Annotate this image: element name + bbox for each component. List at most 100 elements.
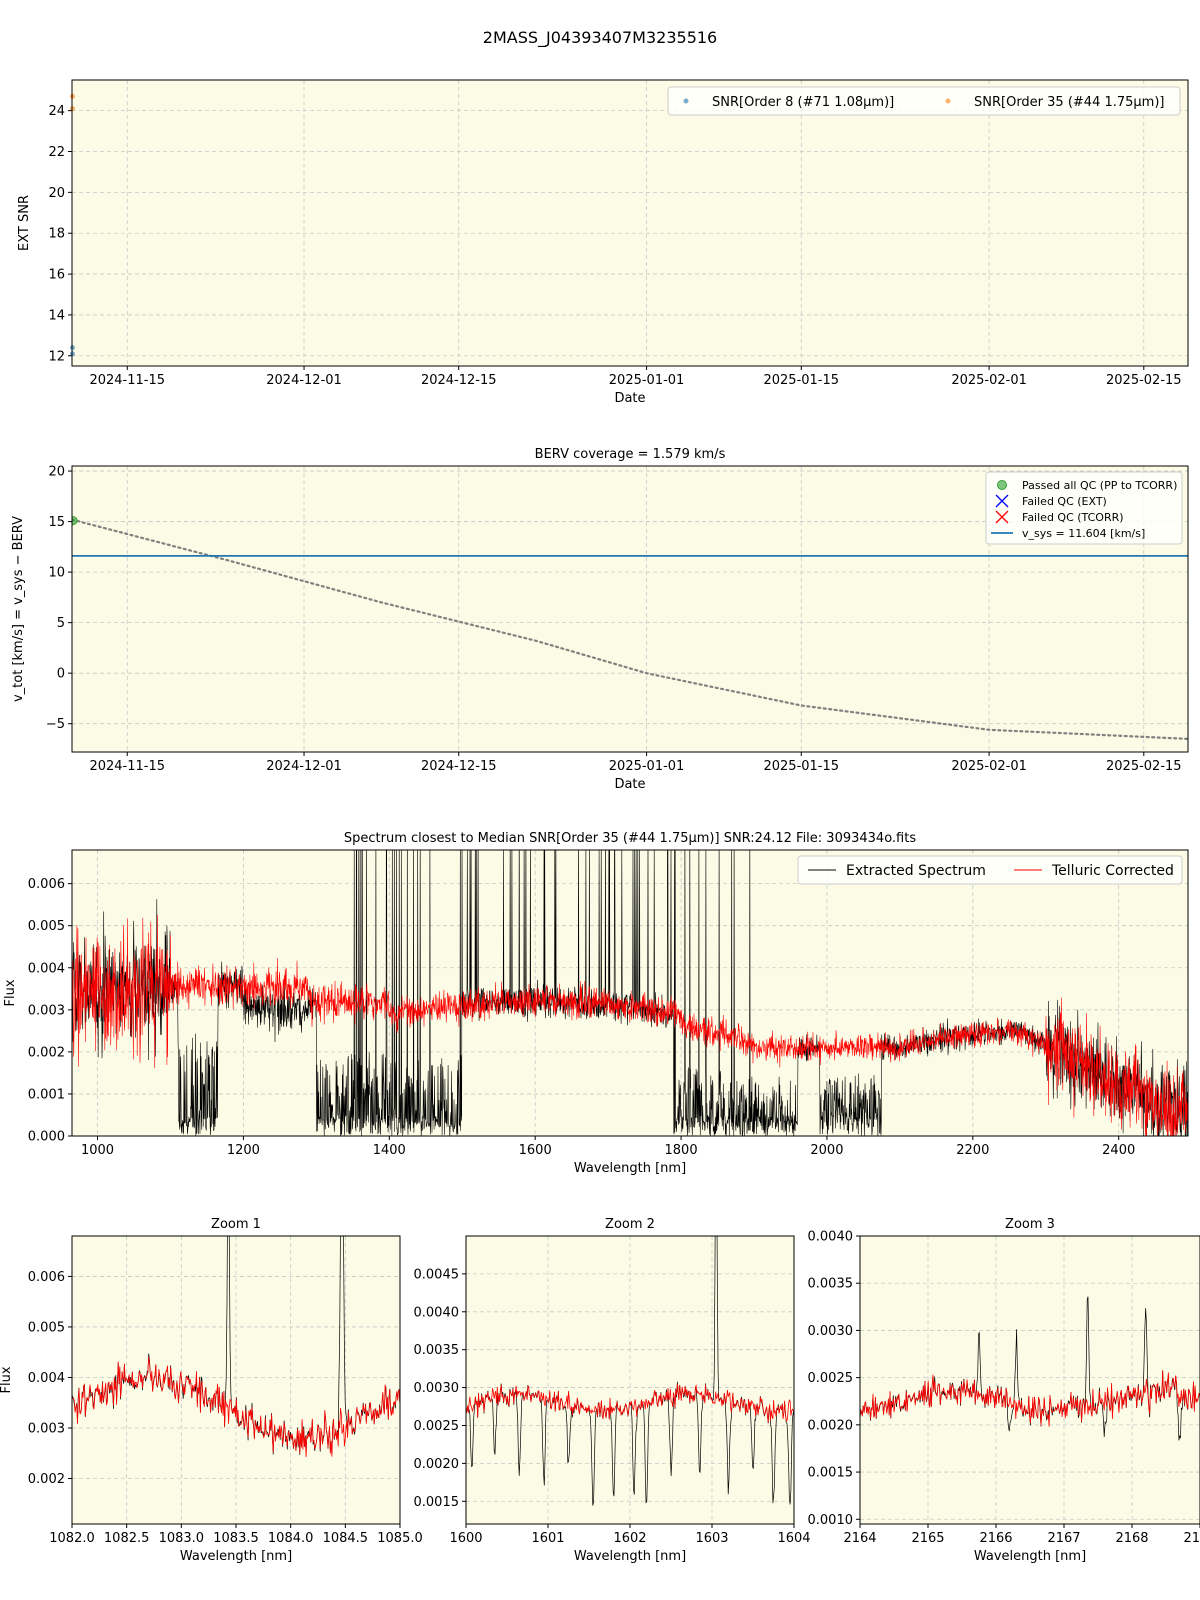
spectrum-tick-label-x: 2000	[810, 1143, 843, 1158]
zoom3-tick-label-x: 2166	[979, 1531, 1012, 1546]
snr-xlabel: Date	[614, 391, 645, 406]
zoom3-tick-label-x: 2169	[1183, 1531, 1200, 1546]
spectrum-tick-label-y: 0.006	[28, 877, 65, 892]
zoom1-tick-label-y: 0.005	[28, 1320, 65, 1335]
snr-tick-label-y: 16	[48, 268, 65, 283]
berv-tick-label-y: 5	[57, 616, 65, 631]
zoom1-tick-label-y: 0.002	[28, 1472, 65, 1487]
zoom3-tick-label-y: 0.0040	[808, 1230, 854, 1245]
spectrum-ylabel: Flux	[3, 979, 18, 1006]
zoom2-tick-label-x: 1604	[777, 1531, 810, 1546]
zoom3-tick-label-x: 2165	[911, 1531, 944, 1546]
berv-tick-label-y: 0	[57, 667, 65, 682]
zoom1-ylabel: Flux	[0, 1366, 14, 1393]
berv-tick-label-y: 10	[48, 566, 65, 581]
zoom1-tick-label-x: 1084.0	[268, 1531, 314, 1546]
berv-legend-marker	[997, 480, 1007, 490]
snr-tick-label-x: 2025-02-01	[951, 373, 1027, 388]
spectrum-legend-label: Extracted Spectrum	[846, 863, 986, 879]
berv-title: BERV coverage = 1.579 km/s	[535, 447, 726, 462]
zoom2-tick-label-x: 1601	[531, 1531, 564, 1546]
zoom2-tick-label-y: 0.0030	[414, 1381, 460, 1396]
zoom2-tick-label-x: 1602	[613, 1531, 646, 1546]
zoom3-tick-label-y: 0.0030	[808, 1324, 854, 1339]
zoom3-tick-label-y: 0.0015	[808, 1466, 854, 1481]
zoom3-tick-label-x: 2164	[843, 1531, 876, 1546]
snr-plot-area	[72, 80, 1188, 366]
zoom3-tick-label-y: 0.0035	[808, 1277, 854, 1292]
zoom1-tick-label-y: 0.004	[28, 1371, 65, 1386]
spectrum-tick-label-x: 1200	[227, 1143, 260, 1158]
berv-tick-label-x: 2025-02-01	[951, 759, 1027, 774]
spectrum-tick-label-x: 1800	[665, 1143, 698, 1158]
berv-tick-label-y: 20	[48, 465, 65, 480]
zoom2-tick-label-y: 0.0045	[414, 1267, 460, 1282]
berv-legend-label: Failed QC (EXT)	[1022, 495, 1107, 508]
spectrum-tick-label-y: 0.004	[28, 961, 65, 976]
berv-tick-label-x: 2025-02-15	[1106, 759, 1182, 774]
zoom2-tick-label-y: 0.0015	[414, 1495, 460, 1510]
zoom2-tick-label-y: 0.0025	[414, 1419, 460, 1434]
spectrum-xlabel: Wavelength [nm]	[574, 1161, 686, 1176]
spectrum-tick-label-x: 1600	[519, 1143, 552, 1158]
zoom3-tick-label-x: 2168	[1115, 1531, 1148, 1546]
spectrum-tick-label-y: 0.003	[28, 1003, 65, 1018]
zoom2-xlabel: Wavelength [nm]	[574, 1549, 686, 1564]
zoom2-tick-label-y: 0.0020	[414, 1457, 460, 1472]
snr-tick-label-x: 2024-12-15	[421, 373, 497, 388]
zoom2-tick-label-x: 1603	[695, 1531, 728, 1546]
berv-xlabel: Date	[614, 777, 645, 792]
spectrum-legend-label: Telluric Corrected	[1051, 863, 1174, 879]
berv-tick-label-x: 2025-01-01	[609, 759, 685, 774]
zoom1-tick-label-y: 0.003	[28, 1422, 65, 1437]
zoom1-tick-label-x: 1082.0	[49, 1531, 95, 1546]
zoom3-tick-label-x: 2167	[1047, 1531, 1080, 1546]
snr-tick-label-y: 12	[48, 349, 65, 364]
zoom3-plot-area	[860, 1236, 1200, 1524]
berv-legend-label: v_sys = 11.604 [km/s]	[1022, 527, 1145, 540]
snr-legend-label: SNR[Order 35 (#44 1.75μm)]	[974, 95, 1165, 110]
spectrum-tick-label-y: 0.001	[28, 1087, 65, 1102]
berv-tick-label-x: 2024-11-15	[89, 759, 165, 774]
spectrum-tick-label-x: 1000	[81, 1143, 114, 1158]
figure-canvas: 2024-11-15 2024-12-01 2024-12-15 2025-01-01…	[0, 79, 1200, 1564]
snr-tick-label-x: 2024-11-15	[89, 373, 165, 388]
zoom2-tick-label-x: 1600	[449, 1531, 482, 1546]
zoom3-tick-label-y: 0.0020	[808, 1418, 854, 1433]
spectrum-tick-label-y: 0.002	[28, 1045, 65, 1060]
snr-tick-label-x: 2025-02-15	[1106, 373, 1182, 388]
snr-legend-marker	[945, 98, 951, 104]
zoom3-tick-label-y: 0.0010	[808, 1513, 854, 1528]
berv-passed-point	[72, 516, 78, 526]
zoom1-title: Zoom 1	[211, 1217, 261, 1232]
snr-legend-marker	[683, 98, 689, 104]
berv-legend-label: Failed QC (TCORR)	[1022, 511, 1124, 524]
zoom2-tick-label-y: 0.0035	[414, 1343, 460, 1358]
zoom1-xlabel: Wavelength [nm]	[180, 1549, 292, 1564]
snr-legend-label: SNR[Order 8 (#71 1.08μm)]	[712, 95, 894, 110]
spectrum-tick-label-y: 0.005	[28, 919, 65, 934]
berv-tick-label-y: 15	[48, 515, 65, 530]
snr-tick-label-y: 18	[48, 227, 65, 242]
zoom1-tick-label-x: 1084.5	[323, 1531, 369, 1546]
zoom3-title: Zoom 3	[1005, 1217, 1055, 1232]
snr-tick-label-y: 20	[48, 186, 65, 201]
snr-tick-label-x: 2024-12-01	[266, 373, 342, 388]
zoom1-tick-label-x: 1085.0	[377, 1531, 423, 1546]
berv-tick-label-x: 2024-12-01	[266, 759, 342, 774]
berv-ylabel: v_tot [km/s] = v_sys − BERV	[11, 516, 26, 702]
snr-tick-label-y: 24	[48, 104, 65, 119]
berv-legend-label: Passed all QC (PP to TCORR)	[1022, 479, 1177, 492]
zoom1-tick-label-x: 1082.5	[104, 1531, 150, 1546]
zoom1-tick-label-y: 0.006	[28, 1270, 65, 1285]
snr-tick-label-x: 2025-01-15	[763, 373, 839, 388]
zoom3-tick-label-y: 0.0025	[808, 1371, 854, 1386]
zoom1-tick-label-x: 1083.5	[213, 1531, 259, 1546]
snr-tick-label-x: 2025-01-01	[609, 373, 685, 388]
berv-tick-label-x: 2025-01-15	[763, 759, 839, 774]
spectrum-tick-label-y: 0.000	[28, 1130, 65, 1145]
spectrum-tick-label-x: 1400	[373, 1143, 406, 1158]
snr-tick-label-y: 22	[48, 145, 65, 160]
berv-tick-label-y: −5	[46, 717, 65, 732]
berv-tick-label-x: 2024-12-15	[421, 759, 497, 774]
